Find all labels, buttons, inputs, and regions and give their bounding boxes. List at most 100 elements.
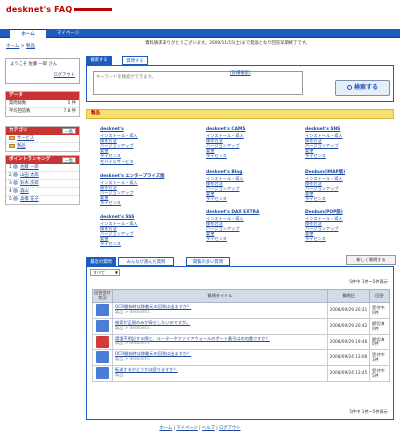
- subcategory-link[interactable]: ライセンス: [206, 196, 244, 201]
- category-title-link[interactable]: desknet's DAX EXTRA: [206, 210, 259, 215]
- ranking-user-link[interactable]: 森山: [20, 189, 29, 194]
- footer-mypage-link[interactable]: マイページ: [176, 426, 197, 431]
- question-path: 製品 > desknet's: [115, 308, 150, 314]
- category-title-link[interactable]: desknet's SSS: [100, 215, 138, 220]
- table-row: 環境不明記する際と、ルーターやファイアウォールのポート番号はの何番ですか？ 製品 …: [92, 333, 390, 351]
- ranking-user-link[interactable]: 高橋 花子: [20, 197, 39, 202]
- ranking-item[interactable]: 2 山田 太郎: [6, 172, 79, 180]
- data-row: 平均回答数 7.8 件: [6, 108, 79, 116]
- ranking-box-header: ポイントランキング 一覧: [6, 156, 79, 164]
- tab-most-viewed[interactable]: 関覧の多い質問: [186, 257, 230, 266]
- footer-home-link[interactable]: ホーム: [159, 426, 172, 431]
- status-cell: [92, 317, 113, 335]
- category-box-title: カテゴリ: [9, 128, 28, 133]
- breadcrumb: ホーム > 製品: [6, 44, 35, 49]
- tab-search[interactable]: 検索する: [86, 56, 112, 65]
- subcategory-link[interactable]: ライセンス: [305, 236, 343, 241]
- user-icon: [13, 172, 19, 177]
- subcategory-link[interactable]: ライセンス: [305, 153, 343, 158]
- rank-number: 1: [9, 165, 12, 170]
- col-date: 質問日: [327, 289, 370, 303]
- subcategory-link[interactable]: ライセンス: [305, 196, 345, 201]
- category-block: desknet's CAMS インストール・導入 操作方法 バージョンアップ 要望 ライセ…: [206, 127, 246, 159]
- user-icon: [13, 164, 19, 169]
- breadcrumb-current[interactable]: 製品: [26, 44, 35, 49]
- tab-mypage[interactable]: マイページ: [50, 29, 86, 38]
- subcategory-link[interactable]: ライセンス: [100, 241, 138, 246]
- welcome-box: ようこそ 佐藤 一郎 さん ログアウト: [5, 58, 80, 84]
- footer-help-link[interactable]: ヘルプ: [202, 426, 215, 431]
- status-cell: [92, 333, 113, 351]
- category-title-link[interactable]: Denbun(POP版): [305, 210, 343, 215]
- new-question-button[interactable]: 新しく質問する: [346, 255, 396, 265]
- result-count-bottom: 5件中 1件～5件表示: [349, 409, 388, 414]
- search-button[interactable]: 検索する: [335, 80, 390, 96]
- category-title-link[interactable]: desknet's SNS: [305, 127, 343, 132]
- logo[interactable]: desknet's FAQ: [6, 5, 113, 14]
- search-icon: [346, 85, 352, 90]
- footer-logout-link[interactable]: ログアウト: [219, 426, 240, 431]
- logout-link[interactable]: ログアウト: [54, 73, 75, 79]
- category-block: desknet's Blog インストール・導入 操作方法 バージョンアップ 要望 ライセ…: [206, 170, 244, 202]
- answers-cell: 受付中 3件: [369, 349, 390, 367]
- logo-underline: [74, 8, 113, 11]
- table-row: 転送するかどうかは読りますか？ 製品 2008/09/24 13:45 受付中 5件: [92, 365, 390, 382]
- subcategory-link[interactable]: ライセンス: [206, 153, 246, 158]
- category-box-header: カテゴリ 一覧: [6, 127, 79, 135]
- category-title-link[interactable]: desknet's Blog: [206, 170, 244, 175]
- tab-ask[interactable]: 質問する: [122, 56, 148, 65]
- status-cell: [92, 365, 113, 382]
- col-answers: 回答: [369, 289, 390, 303]
- status-icon: [96, 351, 109, 364]
- tab-popular[interactable]: みんなが選んだ質問: [118, 257, 174, 266]
- ranking-list-button[interactable]: 一覧: [62, 157, 76, 163]
- category-block: Denbun(POP版) インストール・導入 操作方法 バージョンアップ 要望 ライセンス: [305, 210, 343, 242]
- col-title: 質問タイトル: [112, 289, 328, 303]
- breadcrumb-home[interactable]: ホーム: [6, 44, 19, 49]
- search-input[interactable]: [93, 71, 303, 95]
- status-icon: [96, 367, 109, 380]
- advanced-search-link[interactable]: [詳細検索]: [230, 71, 251, 77]
- subcategory-link[interactable]: ライセンス: [100, 200, 164, 205]
- subcategory-link[interactable]: モバイルサービス: [100, 159, 138, 164]
- category-title-link[interactable]: desknet's エンタープライズ版: [100, 174, 164, 179]
- category-link[interactable]: 製品: [17, 144, 26, 149]
- ranking-user-link[interactable]: 山田 太郎: [20, 173, 39, 178]
- category-list-button[interactable]: 一覧: [62, 128, 76, 134]
- welcome-greeting: ようこそ 佐藤 一郎 さん: [10, 62, 58, 67]
- chevron-down-icon: ▼: [114, 270, 118, 275]
- tab-home[interactable]: ホーム: [10, 29, 46, 38]
- status-icon: [96, 319, 109, 332]
- ranking-item[interactable]: 3 鈴木 次郎: [6, 180, 79, 188]
- ranking-user-link[interactable]: 佐藤 一郎: [20, 165, 39, 170]
- category-link[interactable]: サービス: [17, 136, 34, 141]
- user-icon: [13, 196, 19, 201]
- ranking-item[interactable]: 5 高橋 花子: [6, 196, 79, 204]
- status-cell: [92, 302, 113, 319]
- title-cell: 環境不明記する際と、ルーターやファイアウォールのポート番号はの何番ですか？ 製品 …: [112, 333, 328, 351]
- tab-recent[interactable]: 最近の質問: [86, 257, 116, 266]
- data-label: 質問総数: [9, 101, 27, 106]
- ranking-item[interactable]: 1 佐藤 一郎: [6, 164, 79, 172]
- date-cell: 2008/09/24 13:06: [327, 349, 370, 367]
- title-cell: 検索が正規のみが探せしたいのですが。 製品 > desknet's: [112, 317, 328, 335]
- sidebar-item-product[interactable]: 製品: [6, 143, 79, 151]
- col-status: 回答受付状況: [92, 289, 113, 303]
- ranking-user-link[interactable]: 鈴木 次郎: [20, 181, 39, 186]
- category-block: desknet's インストール・導入 操作方法 バージョンアップ 要望 ライセンス モバイ…: [100, 127, 138, 164]
- data-box: データ 質問総数 5 件 平均回答数 7.8 件: [5, 91, 80, 117]
- sidebar-item-service[interactable]: サービス: [6, 135, 79, 143]
- answers-cell: 受付中 5件: [369, 365, 390, 382]
- status-cell: [92, 349, 113, 367]
- rank-number: 3: [9, 181, 12, 186]
- filter-value: すべて: [93, 270, 106, 275]
- top-nav: ホーム マイページ: [0, 29, 400, 38]
- filter-select[interactable]: すべて ▼: [90, 269, 120, 276]
- category-title-link[interactable]: Denbun(IMAP版): [305, 170, 345, 175]
- ranking-item[interactable]: 4 森山: [6, 188, 79, 196]
- subcategory-link[interactable]: ライセンス: [206, 236, 259, 241]
- answers-cell: 受付中 0件: [369, 302, 390, 319]
- title-cell: OCR開始時は移動元の回答は出ますか？ 製品 > desknet's: [112, 349, 328, 367]
- category-title-link[interactable]: desknet's: [100, 127, 138, 132]
- category-title-link[interactable]: desknet's CAMS: [206, 127, 246, 132]
